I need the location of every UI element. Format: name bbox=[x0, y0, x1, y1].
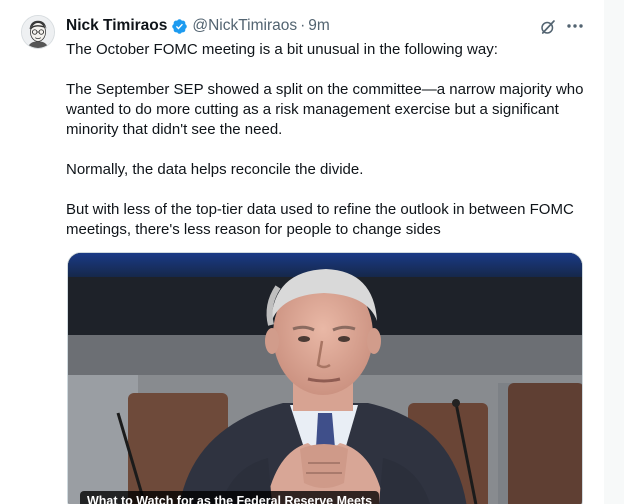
grok-icon[interactable] bbox=[538, 17, 558, 37]
tweet[interactable]: Nick Timiraos @NickTimiraos · 9m The Oct… bbox=[0, 0, 604, 504]
author-avatar[interactable] bbox=[21, 15, 55, 49]
more-options-icon[interactable] bbox=[564, 16, 586, 36]
tweet-paragraph: Normally, the data helps reconcile the d… bbox=[66, 161, 364, 178]
link-card-media[interactable]: What to Watch for as the Federal Reserve… bbox=[67, 252, 583, 504]
tweet-paragraph: The September SEP showed a split on the … bbox=[66, 81, 584, 138]
tweet-timestamp[interactable]: 9m bbox=[308, 16, 330, 36]
author-handle[interactable]: @NickTimiraos bbox=[192, 16, 297, 36]
tweet-paragraph: But with less of the top-tier data used … bbox=[66, 201, 574, 238]
right-scroll-area bbox=[604, 0, 624, 504]
author-name[interactable]: Nick Timiraos bbox=[66, 16, 167, 36]
avatar-sketch-image bbox=[22, 16, 54, 48]
verified-badge-icon bbox=[171, 18, 188, 35]
tweet-text: The October FOMC meeting is a bit unusua… bbox=[66, 40, 586, 260]
card-photo bbox=[68, 253, 582, 504]
tweet-paragraph: The October FOMC meeting is a bit unusua… bbox=[66, 41, 498, 58]
tweet-header: Nick Timiraos @NickTimiraos · 9m bbox=[66, 16, 330, 36]
page: Nick Timiraos @NickTimiraos · 9m The Oct… bbox=[0, 0, 624, 504]
card-title[interactable]: What to Watch for as the Federal Reserve… bbox=[80, 491, 380, 504]
header-separator: · bbox=[300, 17, 306, 34]
